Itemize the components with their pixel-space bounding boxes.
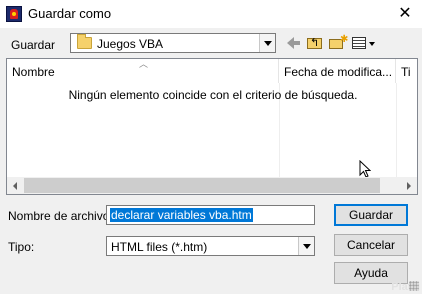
scroll-right-icon[interactable] bbox=[400, 177, 417, 194]
title-bar: Guardar como ✕ bbox=[0, 0, 422, 28]
filetype-value: HTML files (*.htm) bbox=[111, 240, 208, 254]
column-header-name[interactable]: Nombre ︿ bbox=[7, 59, 279, 83]
chevron-down-icon[interactable] bbox=[259, 34, 275, 52]
chevron-down-icon[interactable] bbox=[298, 237, 314, 255]
save-in-folder: Juegos VBA bbox=[97, 37, 164, 51]
horizontal-scrollbar[interactable] bbox=[7, 177, 417, 194]
window-title: Guardar como bbox=[28, 6, 112, 21]
column-header-date[interactable]: Fecha de modifica... bbox=[279, 59, 396, 83]
save-in-label: Guardar bbox=[11, 38, 56, 52]
file-list[interactable]: Nombre ︿ Fecha de modifica... Ti Ningún … bbox=[6, 58, 418, 195]
close-button[interactable]: ✕ bbox=[388, 0, 422, 28]
sort-caret-icon: ︿ bbox=[139, 59, 149, 69]
save-in-dropdown[interactable]: Juegos VBA bbox=[70, 33, 276, 53]
empty-message: Ningún elemento coincide con el criterio… bbox=[68, 88, 358, 102]
filetype-label: Tipo: bbox=[8, 240, 35, 254]
filename-label: Nombre de archivo: bbox=[8, 209, 113, 223]
mouse-cursor-icon bbox=[359, 160, 371, 178]
new-folder-icon[interactable]: ✱ bbox=[328, 33, 348, 53]
column-header-type[interactable]: Ti bbox=[396, 59, 418, 83]
view-menu-icon[interactable] bbox=[350, 33, 378, 53]
filename-input[interactable]: declarar variables vba.htm bbox=[106, 205, 315, 225]
back-arrow-icon[interactable] bbox=[284, 33, 304, 53]
scrollbar-thumb[interactable] bbox=[24, 178, 380, 193]
app-icon bbox=[6, 6, 22, 22]
up-folder-icon[interactable] bbox=[305, 33, 325, 53]
cancel-button[interactable]: Cancelar bbox=[334, 234, 408, 256]
filetype-dropdown[interactable]: HTML files (*.htm) bbox=[106, 236, 315, 256]
save-button[interactable]: Guardar bbox=[334, 204, 408, 226]
filename-value: declarar variables vba.htm bbox=[110, 208, 253, 222]
folder-icon bbox=[77, 34, 92, 49]
scroll-left-icon[interactable] bbox=[7, 177, 24, 194]
resize-grip-icon[interactable] bbox=[409, 281, 419, 291]
